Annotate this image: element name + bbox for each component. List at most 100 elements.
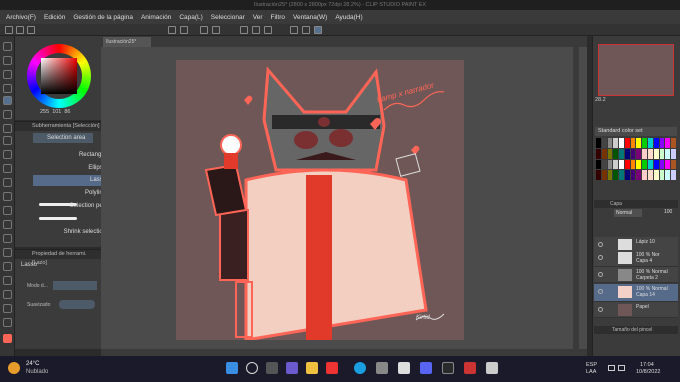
color-swatch[interactable] [665,148,671,159]
color-swatch[interactable] [653,148,659,159]
color-swatch[interactable] [630,138,636,148]
color-swatch[interactable] [659,148,665,159]
menu-ver[interactable]: Ver [253,14,263,21]
color-swatch[interactable] [624,170,630,180]
redo-icon[interactable] [180,26,188,34]
eraser-tool-icon[interactable] [3,206,12,215]
color-swatch[interactable] [613,159,619,170]
navigator-zoom[interactable]: 28.2 [595,97,675,105]
color-swatch[interactable] [636,138,642,148]
menu-archivo[interactable]: Archivo(F) [6,14,36,21]
smooth-slider[interactable] [59,300,95,309]
color-swatch[interactable] [642,159,648,170]
color-swatch[interactable] [665,170,671,180]
color-swatch[interactable] [596,148,601,159]
teams-icon[interactable] [286,362,298,374]
color-swatch[interactable] [659,170,665,180]
undo-icon[interactable] [168,26,176,34]
color-swatch[interactable] [648,148,653,159]
visibility-eye-icon[interactable] [598,242,603,247]
search-icon[interactable] [246,362,258,374]
vertical-scrollbar[interactable] [573,47,579,349]
color-swatch[interactable] [613,148,619,159]
edge-icon[interactable] [354,362,366,374]
color-set-select[interactable]: Standard color set [595,127,677,136]
ruler-snap-icon[interactable] [290,26,298,34]
correct-line-tool-icon[interactable] [3,318,12,327]
discord-icon[interactable] [420,362,432,374]
auto-select-tool-icon[interactable] [3,110,12,119]
layer-row[interactable]: 100 % Nor Capa 4 [594,250,678,267]
grid-snap-icon[interactable] [314,26,322,34]
color-swatch[interactable] [648,170,653,180]
brush-size-presets[interactable] [594,334,678,354]
start-icon[interactable] [226,362,238,374]
special-ruler-icon[interactable] [302,26,310,34]
color-swatch[interactable] [648,138,653,148]
open-icon[interactable] [16,26,24,34]
color-swatch[interactable] [596,170,601,180]
visibility-eye-icon[interactable] [598,289,603,294]
visibility-eye-icon[interactable] [598,272,603,277]
color-swatch[interactable] [607,148,613,159]
menu-seleccionar[interactable]: Seleccionar [211,14,245,21]
invert-icon[interactable] [252,26,260,34]
menu-gestion[interactable]: Gestión de la página [73,14,133,21]
color-swatch[interactable] [653,138,659,148]
color-swatch[interactable] [642,170,648,180]
pencil-tool-icon[interactable] [3,150,12,159]
color-swatch[interactable] [665,159,671,170]
color-swatch[interactable] [613,138,619,148]
menu-filtro[interactable]: Filtro [271,14,285,21]
color-swatch[interactable] [607,159,613,170]
deselect-icon[interactable] [240,26,248,34]
frame-tool-icon[interactable] [3,276,12,285]
airbrush-tool-icon[interactable] [3,178,12,187]
green-value[interactable]: 101 [52,109,61,117]
color-swatch[interactable] [671,138,676,148]
color-swatch[interactable] [624,148,630,159]
clock-date[interactable]: 10/8/2022 [636,369,660,375]
color-swatch[interactable] [624,159,630,170]
color-swatch[interactable] [671,148,676,159]
menu-ayuda[interactable]: Ayuda(H) [335,14,362,21]
color-swatch[interactable] [653,170,659,180]
language-indicator[interactable]: ESP [586,362,597,368]
color-swatch[interactable] [619,159,624,170]
figure-tool-icon[interactable] [3,262,12,271]
color-swatch[interactable] [642,138,648,148]
task-view-icon[interactable] [266,362,278,374]
app-icon[interactable] [326,362,338,374]
blue-value[interactable]: 86 [64,109,70,117]
color-swatch[interactable] [607,170,613,180]
wifi-icon[interactable] [608,365,615,371]
subtool-group[interactable]: Selection area [33,133,93,143]
color-swatch[interactable] [653,159,659,170]
decoration-tool-icon[interactable] [3,192,12,201]
store-icon[interactable] [376,362,388,374]
color-swatch[interactable] [601,159,607,170]
menu-ventana[interactable]: Ventana(W) [293,14,327,21]
document-tab[interactable]: Ilustración25* [103,37,151,47]
layer-row[interactable]: Papel [594,302,678,318]
zoom-tool-icon[interactable] [3,42,12,51]
color-swatch[interactable] [619,170,624,180]
brush-tool-icon[interactable] [3,164,12,173]
color-swatch[interactable] [636,148,642,159]
selection-tool-icon[interactable] [3,96,12,105]
color-swatch[interactable] [601,148,607,159]
color-swatch[interactable] [636,170,642,180]
move-layer-tool-icon[interactable] [3,84,12,93]
layer-row-selected[interactable]: 100 % Normal Capa 14 [594,284,678,302]
eyedropper-tool-icon[interactable] [3,124,12,133]
color-swatch[interactable] [665,138,671,148]
color-swatch[interactable] [630,148,636,159]
volume-icon[interactable] [618,365,625,371]
menu-animacion[interactable]: Animación [141,14,171,21]
new-icon[interactable] [5,26,13,34]
clip-studio-icon[interactable] [398,362,410,374]
visibility-eye-icon[interactable] [598,307,603,312]
move-tool-icon[interactable] [3,56,12,65]
blend-mode-select[interactable]: Normal [614,209,642,217]
layer-row[interactable]: 100 % Normal Carpeta 2 [594,267,678,283]
